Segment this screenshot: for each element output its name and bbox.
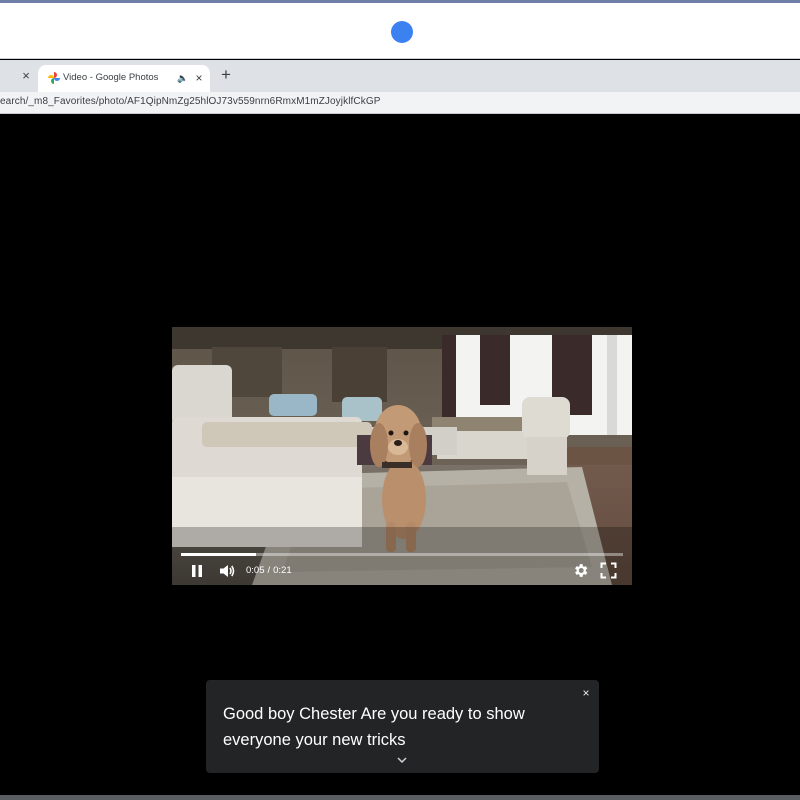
fullscreen-icon[interactable]	[600, 562, 617, 579]
time-display: 0:05/0:21	[246, 565, 292, 576]
address-bar[interactable]: earch/_m8_Favorites/photo/AF1QipNmZg25hl…	[0, 92, 800, 114]
top-bar	[0, 3, 800, 59]
tab-close-icon[interactable]: ×	[192, 70, 206, 86]
caption-panel: × Good boy Chester Are you ready to show…	[206, 680, 599, 773]
bottom-strip	[0, 795, 800, 800]
url-text[interactable]: earch/_m8_Favorites/photo/AF1QipNmZg25hl…	[0, 96, 380, 107]
new-tab-button[interactable]: +	[217, 65, 235, 85]
previous-tab-close-icon[interactable]: ×	[18, 68, 34, 84]
tab-google-photos[interactable]: Video - Google Photos 🔈 ×	[38, 65, 210, 92]
caption-text: Good boy Chester Are you ready to show e…	[223, 705, 525, 749]
recording-indicator-dot	[391, 21, 413, 43]
gear-icon[interactable]	[572, 562, 589, 579]
duration: 0:21	[273, 565, 292, 576]
caption-close-icon[interactable]: ×	[578, 685, 594, 701]
pause-icon[interactable]	[189, 563, 205, 579]
google-photos-pinwheel-icon	[48, 72, 60, 84]
tab-strip: × Video - Google Photos 🔈 × +	[0, 60, 800, 92]
video-frame-living-room-dog	[172, 327, 632, 585]
speaker-icon[interactable]: 🔈	[177, 71, 189, 85]
progress-fill	[181, 553, 257, 556]
tab-title: Video - Google Photos	[63, 72, 159, 83]
video-player[interactable]: 0:05/0:21	[172, 327, 632, 585]
chevron-down-icon[interactable]	[394, 754, 410, 766]
progress-bar[interactable]	[181, 553, 623, 556]
current-time: 0:05	[246, 565, 265, 576]
volume-icon[interactable]	[218, 562, 236, 580]
